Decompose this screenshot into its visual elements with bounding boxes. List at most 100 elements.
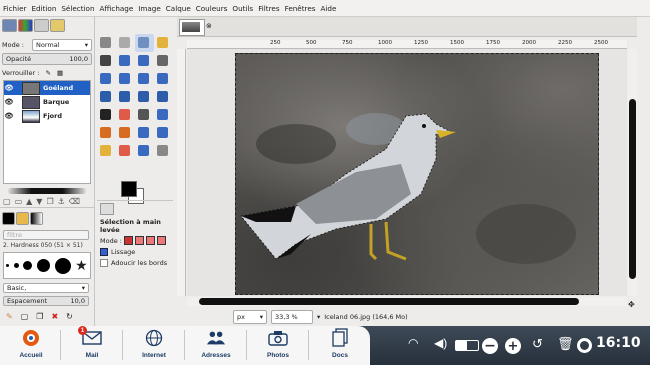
menu-filtres[interactable]: Filtres (258, 4, 279, 13)
vertical-scrollbar[interactable] (628, 49, 637, 296)
close-icon[interactable]: ⊗ (206, 22, 212, 30)
tool-button[interactable] (154, 88, 173, 106)
horizontal-scroll-thumb[interactable] (199, 298, 579, 305)
tool-button[interactable] (135, 34, 154, 52)
tool-button[interactable] (97, 142, 116, 160)
taskbar-internet[interactable]: Internet (129, 328, 179, 359)
unit-select[interactable]: px ▾ (233, 310, 267, 324)
replace-mode-icon[interactable] (123, 236, 133, 245)
tool-button[interactable] (154, 124, 173, 142)
refresh-icon[interactable]: ↻ (66, 312, 73, 321)
add-mode-icon[interactable] (134, 236, 144, 245)
tool-button[interactable] (97, 70, 116, 88)
menu-edition[interactable]: Edition (32, 4, 57, 13)
edit-brush-icon[interactable]: ✎ (6, 312, 13, 321)
tool-button[interactable] (116, 34, 135, 52)
rotate-icon[interactable]: ↺ (532, 336, 543, 352)
gradient-tab-icon[interactable] (30, 212, 43, 225)
tool-button[interactable] (97, 124, 116, 142)
brush-swatch[interactable] (36, 259, 50, 272)
tool-button[interactable] (135, 70, 154, 88)
tool-button[interactable] (154, 52, 173, 70)
raise-icon[interactable]: ▲ (26, 197, 32, 206)
subtract-mode-icon[interactable] (145, 236, 155, 245)
lock-pixels-icon[interactable]: ✎ (45, 69, 50, 77)
tool-button[interactable] (135, 88, 154, 106)
eye-icon[interactable]: 👁 (4, 84, 14, 92)
duplicate-brush-icon[interactable]: ❐ (36, 312, 43, 321)
vertical-scroll-thumb[interactable] (629, 99, 636, 279)
spacing-spinner[interactable]: Espacement 10,0 (3, 296, 89, 306)
anchor-icon[interactable]: ⚓ (58, 197, 65, 206)
tool-button[interactable] (154, 106, 173, 124)
volume-icon[interactable]: ◀) (434, 336, 447, 350)
menu-fichier[interactable]: Fichier (3, 4, 27, 13)
tool-button[interactable] (135, 52, 154, 70)
pattern-tab-icon[interactable] (16, 212, 29, 225)
layer-scroll-slider[interactable] (8, 188, 86, 194)
new-layer-icon[interactable]: ▢ (3, 197, 11, 206)
plus-icon[interactable]: + (505, 338, 521, 354)
tool-button[interactable] (154, 70, 173, 88)
taskbar-docs[interactable]: Docs (315, 328, 365, 359)
tool-button[interactable] (154, 34, 173, 52)
brush-filter-input[interactable]: filtre (3, 230, 89, 240)
tool-options-tab-icon[interactable] (100, 203, 114, 215)
tool-button[interactable] (135, 124, 154, 142)
menu-outils[interactable]: Outils (232, 4, 253, 13)
brush-preset-select[interactable]: Basic, ▾ (3, 283, 89, 293)
intersect-mode-icon[interactable] (156, 236, 166, 245)
layers-tab-icon[interactable] (2, 19, 17, 32)
layer-row[interactable]: 👁 Barque (4, 95, 90, 109)
lock-alpha-icon[interactable]: ▦ (57, 69, 63, 77)
delete-brush-icon[interactable]: ✖ (51, 312, 58, 321)
mode-select[interactable]: Normal ▾ (32, 39, 92, 51)
brush-tab-icon[interactable] (2, 212, 15, 225)
tool-button[interactable] (116, 88, 135, 106)
feather-checkbox[interactable] (100, 259, 108, 267)
menu-aide[interactable]: Aide (321, 4, 337, 13)
paths-tab-icon[interactable] (34, 19, 49, 32)
foreground-color-swatch[interactable] (121, 181, 137, 197)
channels-tab-icon[interactable] (18, 19, 33, 32)
eye-icon[interactable]: 👁 (4, 98, 14, 106)
taskbar-adresses[interactable]: Adresses (191, 328, 241, 359)
lower-icon[interactable]: ▼ (36, 197, 42, 206)
layer-row[interactable]: 👁 Fjord (4, 109, 90, 123)
menu-affichage[interactable]: Affichage (100, 4, 134, 13)
tool-button[interactable] (97, 88, 116, 106)
chevron-down-icon[interactable]: ▾ (317, 313, 320, 321)
star-brush-icon[interactable]: ★ (75, 258, 88, 274)
menu-image[interactable]: Image (138, 4, 161, 13)
minus-icon[interactable]: − (482, 338, 498, 354)
image-tab[interactable] (179, 19, 205, 36)
duplicate-icon[interactable]: ❐ (46, 197, 53, 206)
eye-icon[interactable]: 👁 (4, 112, 14, 120)
tool-button[interactable] (97, 52, 116, 70)
tool-button[interactable] (154, 142, 173, 160)
brush-swatch[interactable] (6, 264, 10, 267)
tool-button[interactable] (116, 142, 135, 160)
tool-button[interactable] (116, 124, 135, 142)
folder-icon[interactable]: ▭ (15, 197, 23, 206)
layer-row[interactable]: 👁 Goéland (4, 81, 90, 95)
undo-tab-icon[interactable] (50, 19, 65, 32)
tool-button[interactable] (116, 70, 135, 88)
tool-button[interactable] (135, 106, 154, 124)
delete-layer-icon[interactable]: ⌫ (69, 197, 80, 206)
tool-button[interactable] (97, 34, 116, 52)
menu-couleurs[interactable]: Couleurs (196, 4, 228, 13)
taskbar-mail[interactable]: 1 Mail (67, 326, 117, 359)
zoom-select[interactable]: 33,3 % (271, 310, 313, 324)
antialias-checkbox[interactable] (100, 248, 108, 256)
menu-selection[interactable]: Sélection (61, 4, 94, 13)
tool-button[interactable] (116, 52, 135, 70)
image-canvas[interactable] (235, 53, 599, 295)
taskbar-accueil[interactable]: Accueil (6, 328, 56, 359)
trash-icon[interactable]: 🗑 (557, 336, 574, 352)
new-brush-icon[interactable]: ▢ (21, 312, 29, 321)
menu-calque[interactable]: Calque (166, 4, 191, 13)
brush-swatch[interactable] (23, 261, 33, 270)
brush-swatch[interactable] (54, 257, 71, 274)
wifi-icon[interactable]: ◠ (408, 336, 418, 350)
